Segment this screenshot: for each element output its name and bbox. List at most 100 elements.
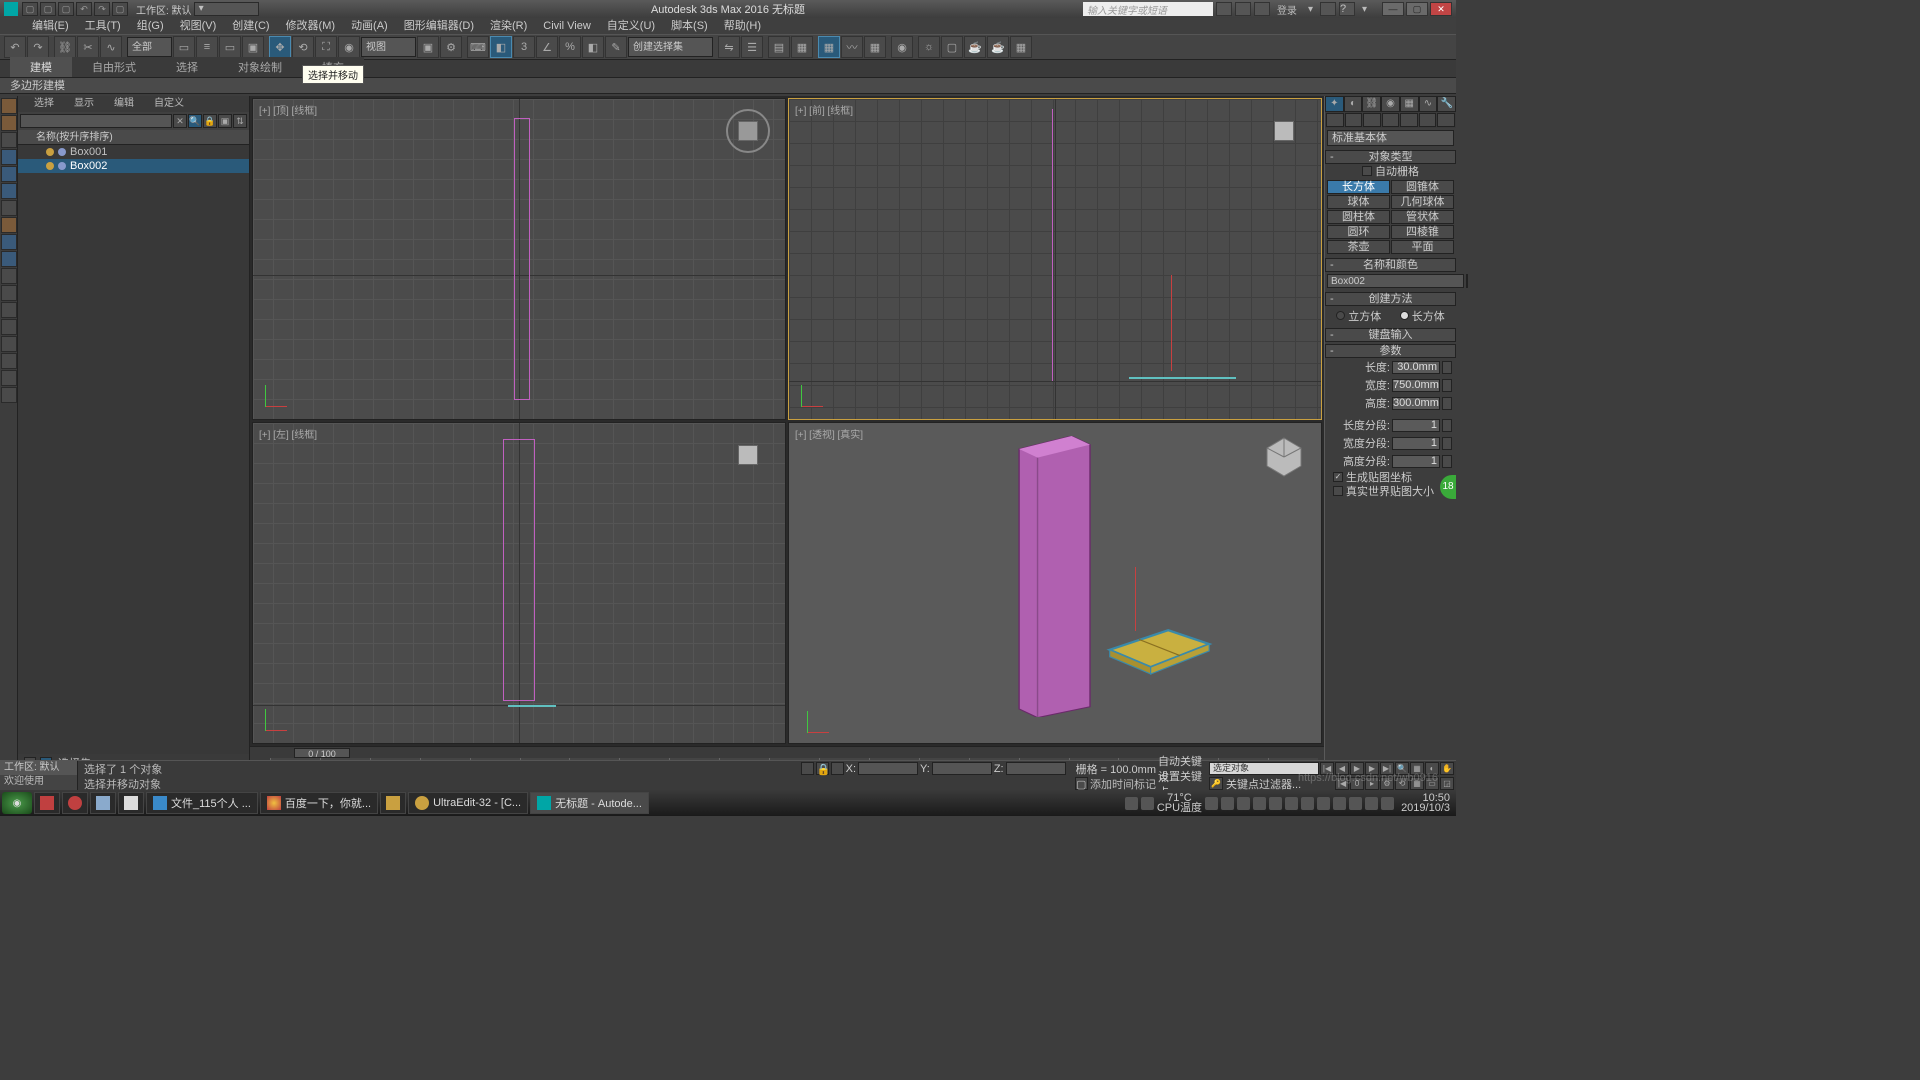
create-box-radio[interactable] [1400,311,1409,320]
se-menu-custom[interactable]: 自定义 [144,96,194,112]
strip-btn-13[interactable] [1,302,17,318]
taskbar-item-3dsmax[interactable]: 无标题 - Autode... [530,792,649,814]
se-menu-edit[interactable]: 编辑 [104,96,144,112]
qat-open-icon[interactable]: ▢ [40,2,56,16]
nav-maximize-icon[interactable]: ◲ [1440,777,1454,790]
qat-save-icon[interactable]: ▢ [58,2,74,16]
select-object-icon[interactable]: ▭ [173,36,195,58]
tab-hierarchy-icon[interactable]: ⛓ [1362,96,1381,112]
lock-selection-icon[interactable]: 🔒 [816,762,829,775]
viewcube[interactable] [1262,109,1306,153]
gen-mapping-checkbox[interactable]: ✓ [1333,472,1343,482]
real-world-checkbox[interactable] [1333,486,1343,496]
strip-btn-4[interactable] [1,149,17,165]
coord-mode-icon[interactable] [831,762,844,775]
menu-customize[interactable]: 自定义(U) [599,18,663,34]
viewport-left[interactable]: [+] [左] [线框] [252,422,786,744]
manipulate-icon[interactable]: ⚙ [440,36,462,58]
viewport-label[interactable]: [+] [左] [线框] [259,426,317,441]
spinner[interactable] [1442,379,1452,392]
se-lock-icon[interactable]: 🔒 [203,114,217,128]
y-coord-input[interactable] [932,762,992,775]
length-input[interactable]: 30.0mm [1392,361,1440,374]
height-input[interactable]: 300.0mm [1392,397,1440,410]
select-and-rotate-icon[interactable]: ⟲ [292,36,314,58]
system-clock[interactable]: 10:502019/10/3 [1397,793,1454,813]
prim-teapot-button[interactable]: 茶壶 [1327,240,1390,254]
tray-icon[interactable] [1269,797,1282,810]
link-icon[interactable]: ⛓ [54,36,76,58]
cat-spacewarps-icon[interactable] [1419,113,1437,127]
strip-btn-5[interactable] [1,166,17,182]
help-search-input[interactable]: 输入关键字或短语 [1083,2,1213,16]
tray-icon[interactable] [1221,797,1234,810]
exchange-icon[interactable] [1320,2,1336,16]
menu-views[interactable]: 视图(V) [172,18,225,34]
object-name-input[interactable] [1327,274,1464,288]
render-setup-icon[interactable]: ☼ [918,36,940,58]
tray-icon[interactable] [1125,797,1138,810]
scene-item-box002[interactable]: Box002 [18,159,249,173]
strip-btn-18[interactable] [1,387,17,403]
menu-create[interactable]: 创建(C) [224,18,277,34]
strip-btn-1[interactable] [1,98,17,114]
strip-btn-17[interactable] [1,370,17,386]
help-dropdown[interactable]: ▾ [1358,4,1371,15]
taskbar-item-explorer[interactable] [380,792,406,814]
wsegs-input[interactable]: 1 [1392,437,1440,450]
x-coord-input[interactable] [858,762,918,775]
layer-manager-icon[interactable]: ▦ [791,36,813,58]
welcome-label[interactable]: 欢迎使用 MAXScr [0,775,77,789]
se-menu-select[interactable]: 选择 [24,96,64,112]
width-input[interactable]: 750.0mm [1392,379,1440,392]
cat-lights-icon[interactable] [1363,113,1381,127]
mirror-icon[interactable]: ⇋ [718,36,740,58]
tray-icon[interactable] [1141,797,1154,810]
strip-btn-15[interactable] [1,336,17,352]
menu-rendering[interactable]: 渲染(R) [482,18,535,34]
snap-toggle-icon[interactable]: ◧ [490,36,512,58]
spinner[interactable] [1442,419,1452,432]
tab-tools-icon[interactable]: 🔧 [1437,96,1456,112]
tab-utilities-icon[interactable]: ∿ [1419,96,1438,112]
rollout-name-color[interactable]: 名称和颜色 [1325,258,1456,272]
viewport-top[interactable]: [+] [顶] [线框] [252,98,786,420]
strip-btn-3[interactable] [1,132,17,148]
use-pivot-icon[interactable]: ▣ [417,36,439,58]
strip-btn-16[interactable] [1,353,17,369]
render-iterative-icon[interactable]: ☕ [987,36,1009,58]
create-cube-radio[interactable] [1336,311,1345,320]
rollout-keyboard-entry[interactable]: 键盘输入 [1325,328,1456,342]
ribbon-tab-freeform[interactable]: 自由形式 [72,57,156,77]
visibility-icon[interactable] [46,162,54,170]
ribbon-tab-selection[interactable]: 选择 [156,57,218,77]
tray-icon[interactable] [1317,797,1330,810]
menu-help[interactable]: 帮助(H) [716,18,769,34]
viewcube[interactable] [726,433,770,477]
viewcube[interactable] [726,109,770,153]
prim-torus-button[interactable]: 圆环 [1327,225,1390,239]
taskbar-item-ultraedit[interactable]: UltraEdit-32 - [C... [408,792,528,814]
ribbon-tab-objectpaint[interactable]: 对象绘制 [218,57,302,77]
prim-tube-button[interactable]: 管状体 [1391,210,1454,224]
menu-grapheditors[interactable]: 图形编辑器(D) [396,18,482,34]
viewport-label[interactable]: [+] [前] [线框] [795,102,853,117]
spinner[interactable] [1442,361,1452,374]
render-production-icon[interactable]: ☕ [964,36,986,58]
tray-icon[interactable] [1205,797,1218,810]
app-icon[interactable] [4,2,18,16]
frame-indicator[interactable]: 0 / 100 [294,748,350,758]
menu-group[interactable]: 组(G) [129,18,172,34]
selection-filter-dropdown[interactable]: 全部 [127,37,172,57]
schematic-view-icon[interactable]: ▦ [864,36,886,58]
select-by-name-icon[interactable]: ≡ [196,36,218,58]
prim-pyramid-button[interactable]: 四棱锥 [1391,225,1454,239]
spinner[interactable] [1442,437,1452,450]
primitive-category-dropdown[interactable]: 标准基本体 [1327,130,1454,146]
isolate-icon[interactable] [801,762,814,775]
scene-item-box001[interactable]: Box001 [18,145,249,159]
strip-btn-12[interactable] [1,285,17,301]
qat-undo-icon[interactable]: ↶ [76,2,92,16]
window-crossing-icon[interactable]: ▣ [242,36,264,58]
strip-btn-14[interactable] [1,319,17,335]
